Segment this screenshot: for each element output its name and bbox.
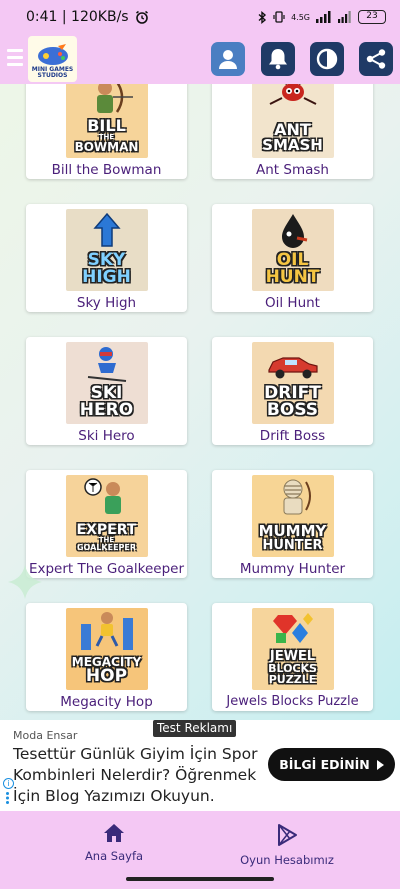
profile-button[interactable]: [211, 42, 245, 76]
status-time: 0:41 | 120KB/s: [26, 9, 129, 25]
game-card-ski-hero[interactable]: SKI HERO Ski Hero: [26, 337, 187, 445]
ad-info-icon[interactable]: i: [3, 778, 14, 789]
arrow-up-icon: [92, 212, 121, 247]
notifications-button[interactable]: [261, 42, 295, 76]
ad-banner[interactable]: Test Reklamı Moda Ensar Tesettür Günlük …: [0, 720, 400, 811]
game-card-jewels-blocks-puzzle[interactable]: JEWEL BLOCKS PUZZLE Jewels Blocks Puzzle: [212, 603, 373, 711]
theme-toggle-button[interactable]: [310, 42, 344, 76]
game-title: Sky High: [76, 295, 137, 311]
game-grid: BILL THE BOWMAN Bill the Bowman ANT SMAS…: [0, 84, 400, 720]
thumb-title-bottom: HUNT: [265, 267, 320, 287]
ad-options-icon[interactable]: [6, 792, 9, 804]
game-thumbnail: BILL THE BOWMAN: [65, 84, 148, 158]
thumb-title-bottom: SMASH: [262, 136, 323, 154]
game-title: Expert The Goalkeeper: [28, 561, 185, 577]
archer-icon: [96, 84, 133, 113]
game-thumbnail: DRIFT BOSS: [251, 342, 334, 424]
ad-text[interactable]: Tesettür Günlük Giyim İçin Spor Kombinle…: [13, 744, 273, 807]
ad-brand: Moda Ensar: [13, 729, 78, 742]
system-nav-area: [0, 871, 400, 889]
game-card-mummy-hunter[interactable]: MUMMY HUNTER Mummy Hunter: [212, 470, 373, 578]
game-title: Megacity Hop: [60, 694, 153, 710]
signal-icon: [316, 11, 331, 23]
sparkle-icon: [8, 565, 42, 599]
game-title: Ski Hero: [78, 428, 135, 444]
battery-level: 23: [366, 11, 378, 21]
game-card-sky-high[interactable]: SKY HIGH Sky High: [26, 204, 187, 312]
thumb-title-top: EXPERT: [76, 522, 137, 538]
ad-cta-label: BİLGİ EDİNİN: [279, 757, 370, 772]
game-card-drift-boss[interactable]: DRIFT BOSS Drift Boss: [212, 337, 373, 445]
jewels-icon: [272, 613, 313, 643]
share-button[interactable]: [359, 42, 393, 76]
home-indicator[interactable]: [126, 877, 274, 881]
theme-icon: [316, 48, 338, 70]
game-thumbnail: JEWEL BLOCKS PUZZLE: [251, 608, 334, 690]
skier-icon: [87, 347, 126, 382]
thumb-title-bottom: HUNTER: [262, 538, 323, 553]
vibrate-icon: [273, 11, 285, 23]
game-card-expert-the-goalkeeper[interactable]: EXPERT THE GOALKEEPER Expert The Goalkee…: [26, 470, 187, 578]
battery-icon: 23: [358, 10, 386, 24]
profile-icon: [219, 50, 237, 69]
alarm-icon: [135, 10, 148, 24]
bell-icon: [269, 49, 287, 70]
thumb-title-bottom: BOWMAN: [74, 140, 139, 154]
game-card-bill-the-bowman[interactable]: BILL THE BOWMAN Bill the Bowman: [26, 84, 187, 179]
nav-home-label: Ana Sayfa: [84, 849, 144, 863]
network-type: 4.5G: [291, 12, 310, 22]
thumb-title-bottom: GOALKEEPER: [76, 543, 137, 552]
game-title: Drift Boss: [259, 428, 326, 444]
app-logo[interactable]: MINI GAMES STUDIOS: [28, 36, 77, 82]
thumb-title-top: MUMMY: [258, 522, 327, 540]
ant-icon: [269, 84, 316, 105]
play-arrow-icon: [376, 759, 384, 770]
game-thumbnail: ANT SMASH: [251, 84, 334, 158]
menu-icon[interactable]: [7, 49, 23, 70]
thumb-title-top: BILL: [87, 116, 126, 135]
oil-drop-icon: [281, 214, 307, 248]
mummy-icon: [283, 479, 311, 515]
game-title: Bill the Bowman: [51, 162, 162, 178]
game-thumbnail: OIL HUNT: [251, 209, 334, 291]
game-title: Jewels Blocks Puzzle: [226, 694, 359, 709]
bluetooth-icon: [258, 10, 267, 24]
game-thumbnail: MEGACITY HOP: [65, 608, 148, 690]
thumb-title-bottom: PUZZLE: [268, 673, 317, 686]
game-thumbnail: SKY HIGH: [65, 209, 148, 291]
logo-gamepad-icon: [37, 44, 68, 65]
game-title: Oil Hunt: [265, 295, 320, 311]
game-thumbnail: EXPERT THE GOALKEEPER: [65, 475, 148, 557]
thumb-title-bottom: BOSS: [266, 400, 319, 420]
share-icon: [366, 49, 386, 69]
thumb-title-bottom: HIGH: [82, 267, 131, 287]
thumb-title-bottom: HOP: [85, 666, 128, 686]
status-bar: 0:41 | 120KB/s 4.5G 23: [0, 0, 400, 34]
nav-game-account-label: Oyun Hesabımız: [240, 853, 334, 867]
runner-icon: [80, 612, 133, 650]
nav-game-account[interactable]: Oyun Hesabımız: [238, 823, 336, 867]
ad-tag: Test Reklamı: [153, 720, 237, 737]
game-card-megacity-hop[interactable]: MEGACITY HOP Megacity Hop: [26, 603, 187, 711]
car-icon: [267, 357, 318, 379]
game-title: Ant Smash: [256, 162, 329, 178]
thumb-title-bottom: HERO: [79, 400, 134, 420]
app-bar: MINI GAMES STUDIOS: [0, 34, 400, 84]
game-card-ant-smash[interactable]: ANT SMASH Ant Smash: [212, 84, 373, 179]
game-thumbnail: MUMMY HUNTER: [251, 475, 334, 557]
game-thumbnail: SKI HERO: [65, 342, 148, 424]
game-title: Mummy Hunter: [239, 561, 346, 577]
logo-text-2: STUDIOS: [37, 72, 68, 79]
ad-cta-button[interactable]: BİLGİ EDİNİN: [268, 748, 395, 781]
play-store-icon: [278, 824, 297, 846]
signal-icon-2: [338, 11, 351, 23]
home-icon: [104, 824, 124, 842]
bottom-nav: Ana Sayfa Oyun Hesabımız: [0, 811, 400, 871]
game-card-oil-hunt[interactable]: OIL HUNT Oil Hunt: [212, 204, 373, 312]
nav-home[interactable]: Ana Sayfa: [80, 823, 148, 863]
goalkeeper-icon: [83, 478, 121, 514]
